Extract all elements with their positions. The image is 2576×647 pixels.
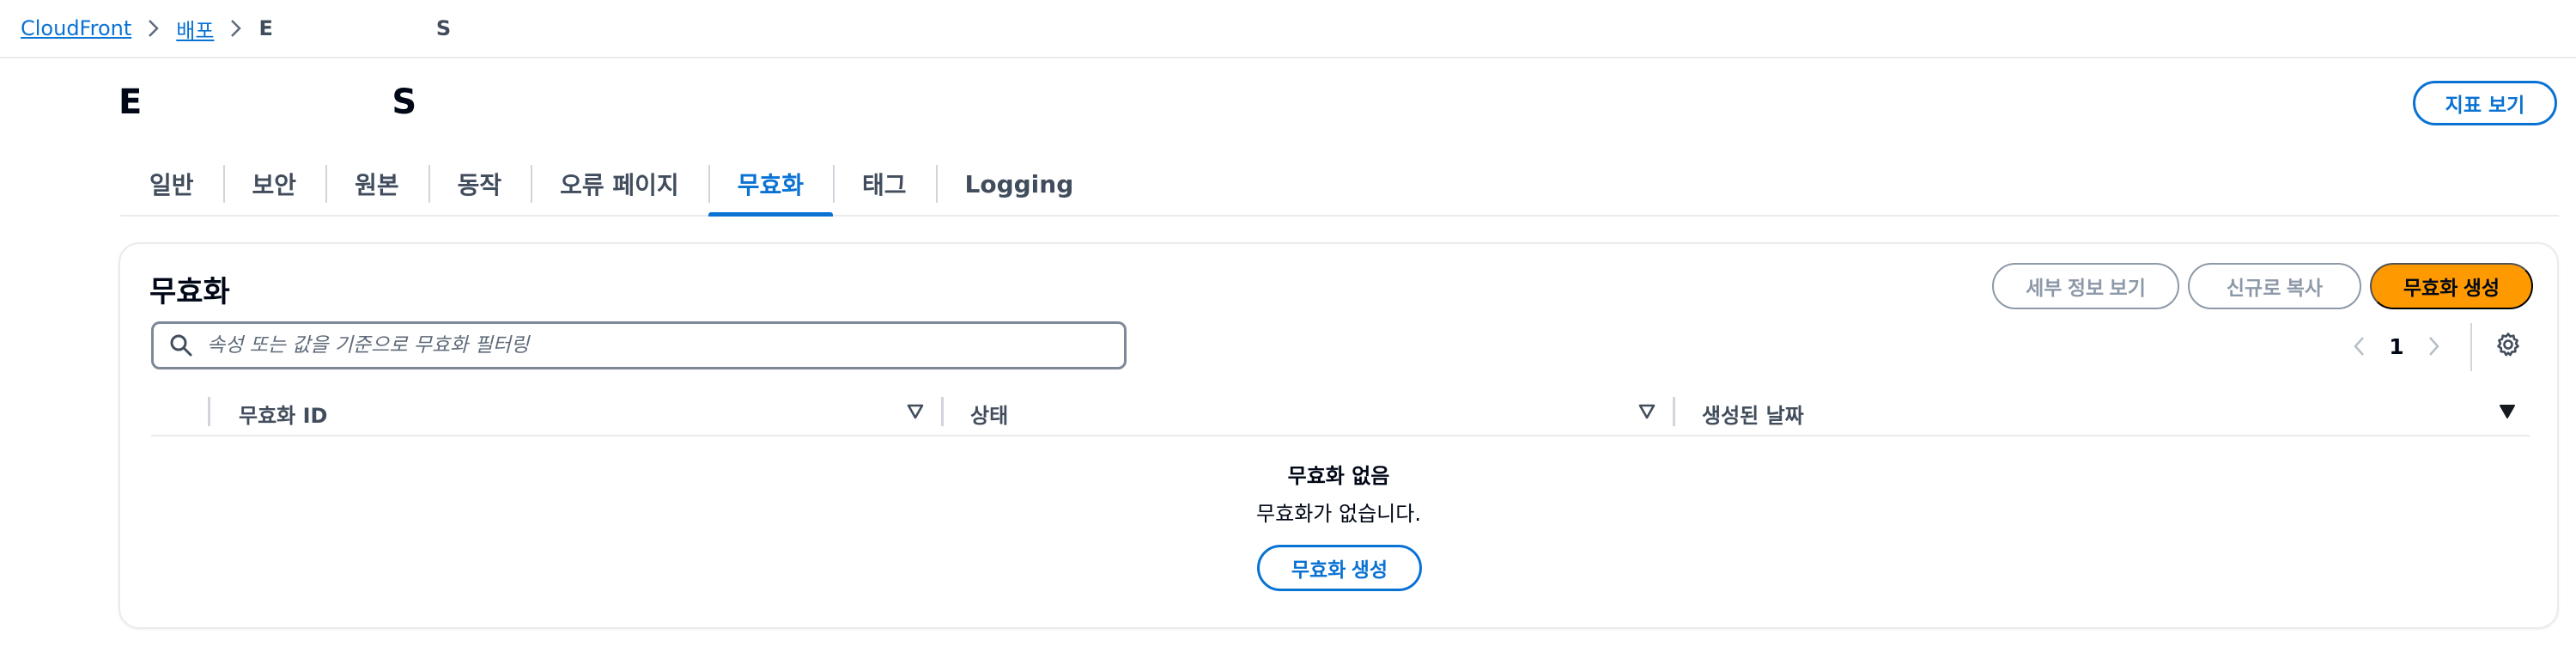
view-details-button[interactable]: 세부 정보 보기 — [1992, 263, 2179, 309]
tab-logging[interactable]: Logging — [935, 153, 1103, 215]
page-title-suffix: S — [392, 82, 418, 122]
breadcrumb-cloudfront-link[interactable]: CloudFront — [21, 16, 131, 40]
column-header-invalidation-id[interactable]: 무효화 ID — [239, 399, 327, 429]
column-header-created-date[interactable]: 생성된 날짜 — [1702, 399, 1804, 429]
column-separator — [941, 397, 944, 426]
search-input[interactable] — [207, 334, 1066, 357]
column-separator — [1673, 397, 1675, 426]
chevron-right-icon — [229, 18, 243, 39]
column-separator — [208, 397, 210, 426]
invalidations-panel: 무효화 세부 정보 보기 신규로 복사 무효화 생성 1 무효화 ID — [118, 242, 2559, 629]
breadcrumb: CloudFront 배포 ES — [0, 0, 2576, 58]
empty-create-invalidation-button[interactable]: 무효화 생성 — [1257, 545, 1422, 591]
current-page-number[interactable]: 1 — [2375, 334, 2418, 359]
tab-list: 일반 보안 원본 동작 오류 페이지 무효화 태그 Logging — [120, 153, 2559, 217]
breadcrumb-current-prefix: E — [258, 16, 273, 40]
empty-state-title: 무효화 없음 — [1287, 464, 1390, 488]
tab-general[interactable]: 일반 — [120, 153, 223, 215]
tab-security[interactable]: 보안 — [222, 153, 326, 215]
gear-icon[interactable] — [2495, 332, 2521, 357]
tab-invalidations[interactable]: 무효화 — [708, 153, 834, 217]
breadcrumb-current-suffix: S — [435, 16, 452, 40]
next-page-icon[interactable] — [2418, 334, 2449, 358]
empty-state-description: 무효화가 없습니다. — [1256, 502, 1421, 526]
tab-tags[interactable]: 태그 — [832, 153, 936, 215]
tab-behaviors[interactable]: 동작 — [428, 153, 532, 215]
section-title: 무효화 — [149, 275, 230, 309]
pager-divider — [2470, 323, 2472, 371]
view-metrics-button[interactable]: 지표 보기 — [2413, 81, 2557, 125]
search-box[interactable] — [151, 321, 1127, 369]
pagination: 1 — [2344, 327, 2449, 366]
tab-error-pages[interactable]: 오류 페이지 — [531, 153, 708, 215]
tab-origins[interactable]: 원본 — [325, 153, 428, 215]
previous-page-icon[interactable] — [2344, 334, 2375, 358]
breadcrumb-distributions-link[interactable]: 배포 — [176, 14, 214, 44]
search-icon — [169, 333, 193, 357]
page-title-prefix: E — [118, 82, 143, 122]
table-header: 무효화 ID 상태 생성된 날짜 — [151, 388, 2530, 436]
sort-descending-icon[interactable] — [2499, 404, 2516, 419]
sort-icon[interactable] — [1638, 404, 1656, 419]
page-title: ES — [118, 82, 417, 122]
create-invalidation-button[interactable]: 무효화 생성 — [2370, 263, 2533, 309]
sort-icon[interactable] — [907, 404, 924, 419]
column-header-status[interactable]: 상태 — [970, 399, 1008, 429]
chevron-right-icon — [147, 18, 161, 39]
breadcrumb-current: ES — [258, 16, 451, 40]
copy-to-new-button[interactable]: 신규로 복사 — [2188, 263, 2361, 309]
